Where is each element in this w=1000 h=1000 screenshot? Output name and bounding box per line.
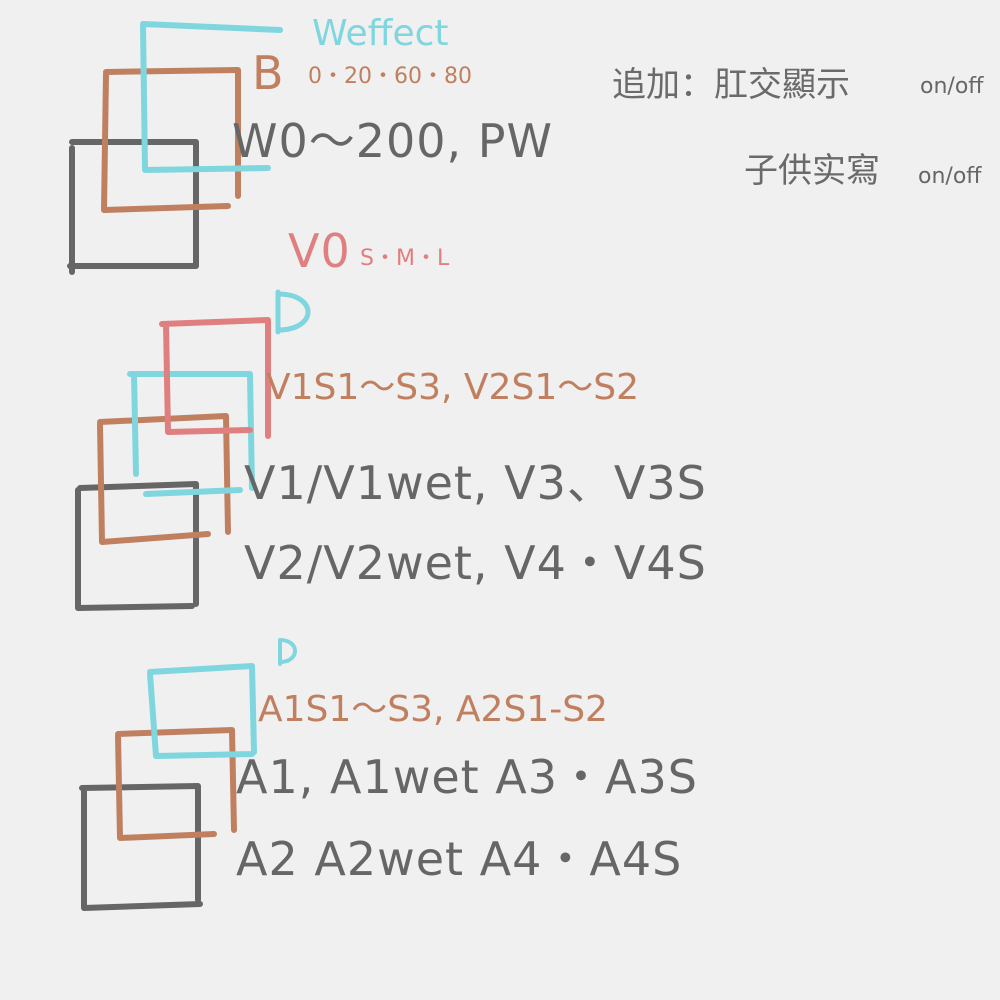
a-d-icon — [278, 638, 297, 666]
v-line-2: V2/V2wet, V4・V4S — [244, 536, 707, 590]
add-note-toggle: on/off — [920, 74, 984, 99]
v-grey-layer — [75, 481, 199, 611]
b-label: B — [252, 46, 285, 100]
v-shade-line: V1S1～S3, V2S1～S2 — [266, 367, 639, 408]
w-range-line: W0～200, PW — [232, 114, 554, 168]
a-grey-layer — [79, 783, 203, 911]
a-line-1: A1, A1wet A3・A3S — [236, 750, 698, 804]
v0-label: V0 — [288, 224, 351, 278]
add-note-label: 追加：肛交顯示 — [612, 65, 850, 105]
v0-sizes: S・M・L — [360, 246, 450, 271]
v-line-1: V1/V1wet, V3、V3S — [244, 456, 707, 510]
v-brown-layer — [97, 413, 231, 545]
second-note-toggle: on/off — [918, 164, 982, 189]
a-cyan-layer — [147, 663, 257, 759]
v-d-icon — [275, 289, 311, 335]
second-note-label: 子供实寫 — [744, 151, 880, 191]
weffect-label: Weffect — [312, 13, 449, 54]
a-shade-line: A1S1～S3, A2S1-S2 — [258, 689, 608, 730]
a-line-2: A2 A2wet A4・A4S — [236, 832, 683, 886]
b-values: 0・20・60・80 — [308, 64, 472, 89]
